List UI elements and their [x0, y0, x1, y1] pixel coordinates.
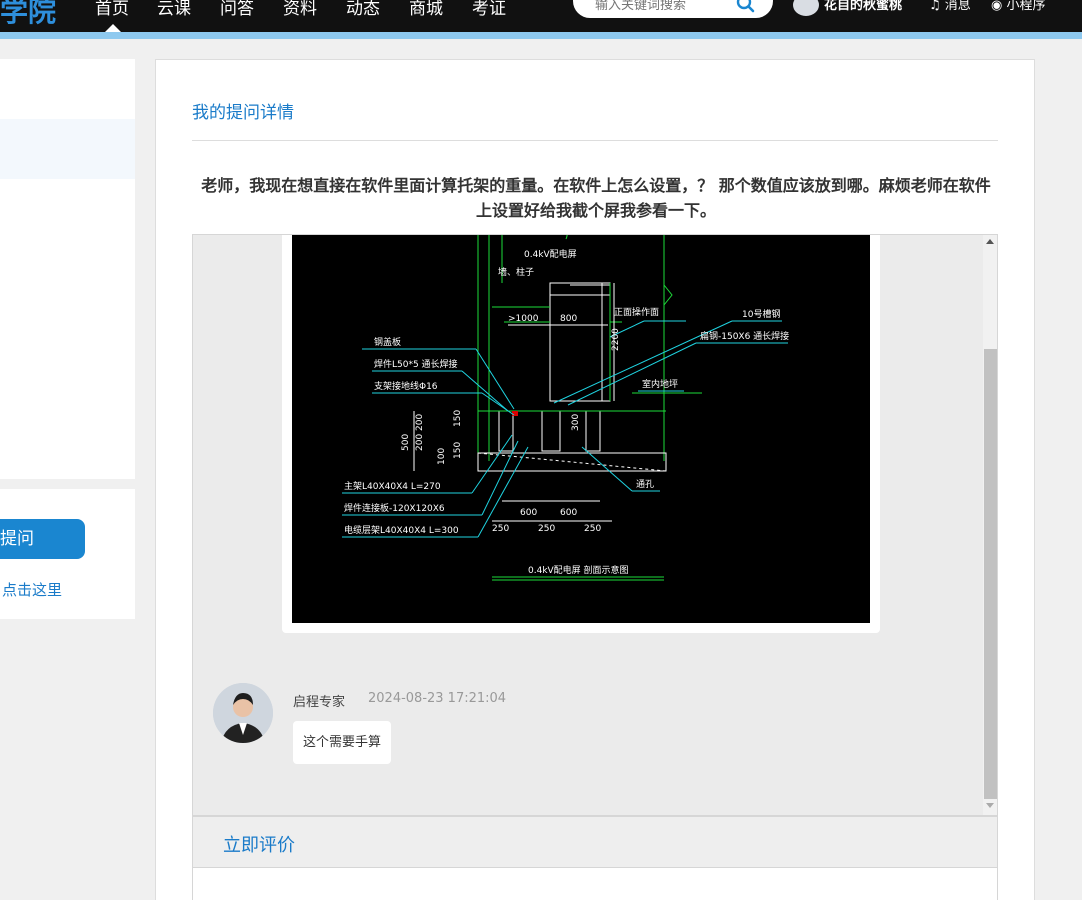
scroll-up-arrow-icon[interactable] — [986, 239, 994, 244]
nav-item-qa[interactable]: 问答 — [220, 0, 254, 19]
cad-label-steel-cover: 钢盖板 — [374, 336, 401, 348]
rating-header: 立即评价 — [192, 816, 998, 868]
cad-label-cable-frame: 电缆层架L40X40X4 L=300 — [344, 524, 459, 536]
site-logo[interactable]: 学院 — [0, 0, 56, 30]
cad-label-indoor: 室内地坪 — [642, 378, 678, 390]
search-input[interactable] — [595, 0, 735, 13]
cad-label-ground: 支架接地线Φ16 — [374, 380, 438, 392]
nav-item-cloud-course[interactable]: 云课 — [157, 0, 191, 19]
nav-decoration-stripe — [0, 32, 1082, 39]
scroll-down-arrow-icon[interactable] — [986, 803, 994, 808]
cad-label-flat-steel: 扁钢-150X6 通长焊接 — [700, 330, 789, 342]
messages-label: 消息 — [944, 0, 971, 13]
cad-label-op-face: 正面操作面 — [614, 306, 659, 318]
reply-timestamp: 2024-08-23 17:21:04 — [368, 691, 507, 706]
cad-label-plate: 焊件连接板-120X120X6 — [344, 502, 445, 514]
cad-label-channel: 10号槽钢 — [742, 308, 780, 320]
nav-item-mall[interactable]: 商城 — [409, 0, 443, 19]
messages-link[interactable]: ♫ 消息 — [929, 0, 971, 13]
cad-label-d600b: 600 — [560, 508, 577, 518]
cad-label-d300: 300 — [571, 414, 581, 431]
person-avatar-icon — [213, 683, 273, 743]
mini-program-icon: ◉ — [991, 0, 1007, 13]
reply-message: 这个需要手算 — [293, 721, 392, 764]
cad-label-d200: 200 — [415, 414, 425, 431]
cad-label-gt1000: >1000 — [508, 314, 539, 324]
sidebar-ask-panel: 提问 点击这里 — [0, 489, 135, 619]
expert-avatar[interactable] — [213, 683, 273, 743]
nav-item-materials[interactable]: 资料 — [283, 0, 317, 19]
cad-label-d250c: 250 — [584, 524, 601, 534]
cad-label-d200b: 200 — [415, 434, 425, 451]
cad-label-d100: 100 — [437, 448, 447, 465]
user-name[interactable]: 花自的秋蜜桃 — [824, 0, 902, 13]
cad-drawing-image[interactable]: 0.4kV配电屏 墙、柱子 >1000 800 正面操作面 10号槽钢 扁钢-1… — [292, 234, 870, 623]
cad-label-d250b: 250 — [538, 524, 555, 534]
cad-label-w800: 800 — [560, 314, 577, 324]
user-avatar[interactable] — [793, 0, 819, 16]
nav-item-news[interactable]: 动态 — [346, 0, 380, 19]
cad-label-d150b: 150 — [453, 442, 463, 459]
sidebar-active-item[interactable] — [0, 119, 135, 179]
top-nav-bar: 学院 首页 云课 问答 资料 动态 商城 考证 花自的秋蜜桃 ♫ 消息 ◉ 小程… — [0, 0, 1082, 32]
rating-content — [192, 868, 998, 900]
search-icon[interactable] — [736, 0, 756, 18]
bell-icon: ♫ — [929, 0, 945, 13]
question-detail-panel: 我的提问详情 老师，我现在想直接在软件里面计算托架的重量。在软件上怎么设置，？ … — [155, 59, 1035, 900]
cad-label-main-frame: 主架L40X40X4 L=270 — [344, 480, 441, 492]
search-box[interactable] — [573, 0, 773, 18]
cad-label-d250a: 250 — [492, 524, 509, 534]
nav-item-certification[interactable]: 考证 — [472, 0, 506, 19]
reply-author: 启程专家 — [293, 695, 346, 710]
nav-active-indicator — [105, 24, 121, 32]
title-divider — [192, 140, 998, 141]
ask-question-button[interactable]: 提问 — [0, 519, 85, 559]
question-image-card[interactable]: 0.4kV配电屏 墙、柱子 >1000 800 正面操作面 10号槽钢 扁钢-1… — [282, 234, 880, 633]
conversation-scrollbar[interactable] — [983, 235, 997, 815]
cad-label-hole: 通孔 — [636, 479, 654, 490]
mini-program-label: 小程序 — [1006, 0, 1046, 13]
cad-label-d600a: 600 — [520, 508, 537, 518]
cad-label-d150: 150 — [453, 410, 463, 427]
cad-label-wall: 墙、柱子 — [498, 266, 534, 278]
nav-item-home[interactable]: 首页 — [95, 0, 129, 19]
question-text: 老师，我现在想直接在软件里面计算托架的重量。在软件上怎么设置，？ 那个数值应该放… — [201, 176, 991, 220]
cad-label-h2200: 2200 — [611, 328, 621, 351]
mini-program-link[interactable]: ◉ 小程序 — [991, 0, 1046, 13]
cad-label-angle-steel: 焊件L50*5 通长焊接 — [374, 358, 458, 370]
cad-label-caption: 0.4kV配电屏 剖面示意图 — [528, 564, 629, 576]
sidebar-menu — [0, 59, 135, 479]
scrollbar-thumb[interactable] — [984, 349, 997, 799]
conversation-area[interactable]: 0.4kV配电屏 墙、柱子 >1000 800 正面操作面 10号槽钢 扁钢-1… — [192, 234, 998, 816]
rate-now-tab[interactable]: 立即评价 — [223, 831, 295, 857]
page-title: 我的提问详情 — [192, 103, 294, 123]
cad-label-panel: 0.4kV配电屏 — [524, 248, 577, 260]
click-here-link[interactable]: 点击这里 — [2, 579, 62, 600]
cad-label-d500: 500 — [401, 434, 411, 451]
